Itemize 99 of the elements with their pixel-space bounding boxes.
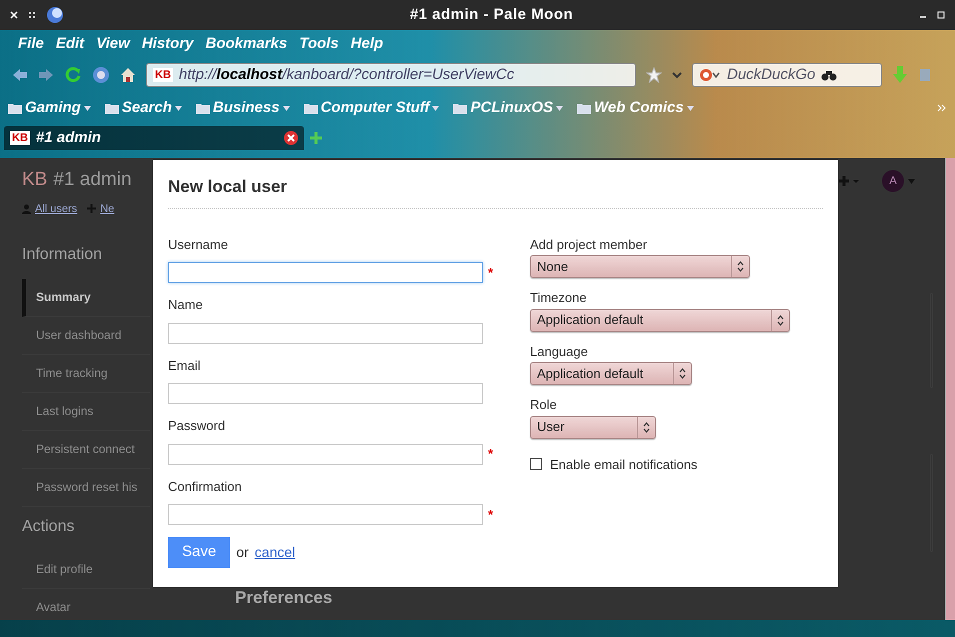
close-icon[interactable] bbox=[10, 11, 18, 19]
checkbox[interactable] bbox=[530, 458, 542, 470]
field-label: Confirmation bbox=[168, 478, 243, 496]
field-label: Language bbox=[530, 342, 589, 361]
input-field[interactable] bbox=[168, 262, 483, 283]
binoculars-icon[interactable] bbox=[821, 69, 838, 81]
bookmark-folder[interactable]: Computer Stuff bbox=[320, 96, 430, 120]
menu-item[interactable]: Edit bbox=[56, 32, 84, 56]
page-title: #1 admin bbox=[53, 168, 132, 192]
select-field[interactable]: Application default bbox=[530, 308, 790, 332]
menu-item[interactable]: View bbox=[96, 32, 130, 56]
cancel-link[interactable]: cancel bbox=[254, 542, 296, 563]
chevron-icon[interactable] bbox=[937, 104, 947, 112]
select-field[interactable]: Application default bbox=[530, 362, 692, 385]
user-icon bbox=[22, 204, 31, 214]
search-field[interactable]: DuckDuckGo bbox=[692, 63, 882, 87]
forward-icon[interactable] bbox=[38, 68, 54, 82]
folder-icon bbox=[196, 102, 210, 114]
maximize-icon[interactable] bbox=[937, 11, 945, 19]
field-label: Add project member bbox=[530, 236, 648, 254]
folder-icon bbox=[453, 102, 468, 114]
scrollbar[interactable] bbox=[945, 158, 955, 620]
bookmark-folder[interactable]: PCLinuxOS bbox=[470, 96, 553, 120]
globe-icon[interactable] bbox=[92, 66, 110, 84]
dialog-title: New local user bbox=[168, 174, 823, 208]
field-label: Password bbox=[168, 417, 226, 435]
star-icon[interactable] bbox=[646, 67, 662, 83]
field-label: Role bbox=[530, 396, 558, 414]
checkbox-label[interactable]: Enable email notifications bbox=[550, 454, 698, 474]
caret-icon bbox=[174, 106, 182, 110]
user-avatar[interactable]: A bbox=[882, 170, 904, 192]
updown-arrows-icon bbox=[679, 368, 686, 379]
section-heading: Preferences bbox=[235, 589, 332, 606]
or-text: or bbox=[236, 542, 249, 562]
search-engine-name: DuckDuckGo bbox=[727, 64, 816, 85]
moon-icon bbox=[46, 6, 64, 24]
required-mark: * bbox=[488, 445, 494, 464]
folder-icon bbox=[104, 102, 119, 114]
search-engine-icon[interactable] bbox=[699, 68, 721, 82]
new-tab-icon[interactable] bbox=[308, 130, 324, 146]
section-heading: Information bbox=[22, 245, 104, 265]
sidebar-item[interactable]: User dashboard bbox=[22, 317, 150, 355]
sidebar-item[interactable]: Time tracking bbox=[22, 355, 150, 393]
sidebar-item[interactable]: Password reset his bbox=[22, 469, 150, 507]
field-label: Name bbox=[168, 296, 204, 314]
menu-item[interactable]: File bbox=[18, 32, 44, 56]
plus-dropdown-icon[interactable] bbox=[838, 175, 860, 187]
plus-icon bbox=[87, 204, 96, 214]
updown-arrows-icon bbox=[737, 261, 744, 272]
field-label: Email bbox=[168, 356, 202, 374]
menu-item[interactable]: Help bbox=[350, 32, 384, 56]
tab-label: #1 admin bbox=[36, 128, 102, 148]
input-field[interactable] bbox=[168, 444, 483, 464]
input-field[interactable] bbox=[168, 383, 483, 404]
required-mark: * bbox=[488, 264, 494, 282]
save-button[interactable]: Save bbox=[168, 537, 230, 568]
updown-arrows-icon bbox=[777, 314, 784, 326]
caret-icon bbox=[84, 106, 91, 110]
section-heading: Actions bbox=[22, 517, 76, 537]
grip-icon[interactable] bbox=[28, 11, 36, 19]
address-field[interactable]: KB http://localhost/kanboard/?controller=UserViewCc bbox=[146, 63, 636, 87]
page-link[interactable]: Ne bbox=[100, 200, 114, 217]
bookmark-folder[interactable]: Search bbox=[122, 96, 172, 120]
input-field[interactable] bbox=[168, 322, 483, 344]
site-favicon: KB bbox=[153, 68, 173, 82]
select-field[interactable]: User bbox=[530, 416, 656, 438]
sidebar-item[interactable]: Edit profile bbox=[22, 551, 150, 589]
caret-icon[interactable] bbox=[672, 71, 682, 79]
url-text: http://localhost/kanboard/?controller=UserViewCc bbox=[178, 64, 514, 85]
select-field[interactable]: None bbox=[530, 255, 750, 278]
menu-item[interactable]: Tools bbox=[299, 32, 339, 56]
folder-icon bbox=[577, 102, 591, 114]
back-icon[interactable] bbox=[12, 68, 28, 82]
required-mark: * bbox=[488, 506, 494, 524]
window-title: #1 admin - Pale Moon bbox=[408, 4, 574, 25]
input-field[interactable] bbox=[168, 504, 483, 525]
site-favicon: KB bbox=[10, 131, 30, 145]
caret-icon bbox=[432, 106, 440, 110]
home-icon[interactable] bbox=[120, 67, 136, 83]
folder-icon bbox=[304, 102, 318, 114]
menu-item[interactable]: History bbox=[142, 32, 194, 56]
menu-item[interactable]: Bookmarks bbox=[206, 32, 288, 56]
bookmark-folder[interactable]: Web Comics bbox=[594, 96, 684, 120]
caret-icon bbox=[282, 106, 290, 110]
caret-icon bbox=[686, 106, 694, 110]
bookmark-folder[interactable]: Business bbox=[212, 96, 280, 120]
updown-arrows-icon bbox=[643, 422, 650, 432]
bookmark-folder[interactable]: Gaming bbox=[25, 96, 81, 120]
reload-icon[interactable] bbox=[64, 66, 82, 84]
field-label: Username bbox=[168, 236, 229, 254]
sidebar-item[interactable]: Persistent connect bbox=[22, 431, 150, 469]
field-label: Timezone bbox=[530, 289, 588, 307]
caret-icon bbox=[556, 106, 563, 110]
sidebar-item[interactable]: Last logins bbox=[22, 393, 150, 431]
close-icon[interactable] bbox=[284, 131, 298, 145]
page-logo: KB bbox=[22, 168, 48, 192]
folder-icon bbox=[8, 102, 22, 114]
page-link[interactable]: All users bbox=[35, 200, 78, 217]
browser-tab[interactable]: KB #1 admin bbox=[4, 126, 304, 150]
